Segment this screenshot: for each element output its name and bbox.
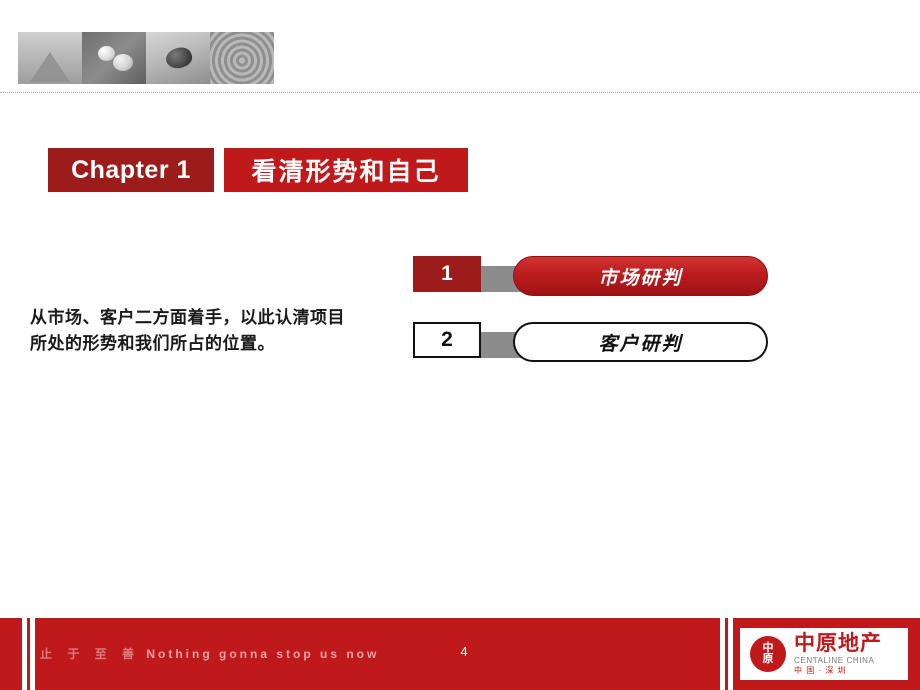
logo-name-en: CENTALINE CHINA [794,656,875,666]
logo-mark-icon: 中 原 [750,636,786,672]
item-label: 市场研判 [513,256,768,296]
logo-name-sub: 中 国 · 深 圳 [794,665,847,675]
footer-stripe [720,618,725,690]
item-label: 客户研判 [513,322,768,362]
footer-slogan-en: Nothing gonna stop us now [146,647,380,661]
footer-stripe [22,618,27,690]
slide: Chapter 1 看清形势和自己 从市场、客户二方面着手，以此认清项目所处的形… [0,0,920,690]
body-text: 从市场、客户二方面着手，以此认清项目所处的形势和我们所占的位置。 [30,308,345,353]
company-logo: 中 原 中原地产 CENTALINE CHINA 中 国 · 深 圳 [740,628,908,680]
stone-pyramid-photo [18,32,82,84]
logo-text: 中原地产 CENTALINE CHINA 中 国 · 深 圳 [794,633,882,675]
dark-stone-photo [146,32,210,84]
chapter-heading: Chapter 1 看清形势和自己 [48,148,468,192]
footer-stripe [728,618,733,690]
footer-stripe [30,618,35,690]
pebbles-photo [82,32,146,84]
tree-rings-photo [210,32,274,84]
footer-slogan: 止 于 至 善 Nothing gonna stop us now [40,645,379,662]
header-image-strip [18,32,276,84]
list-item[interactable]: 1 市场研判 [403,256,773,300]
logo-name-cn: 中原地产 [794,632,882,656]
logo-mark-bottom: 原 [762,653,774,665]
chapter-title: 看清形势和自己 [224,148,468,192]
page-number: 4 [460,644,468,659]
header-divider [0,92,920,93]
footer-slogan-cn: 止 于 至 善 [40,647,141,661]
item-number: 1 [413,256,481,292]
agenda-list: 1 市场研判 2 客户研判 [403,256,773,388]
list-item[interactable]: 2 客户研判 [403,322,773,366]
footer-bar: 止 于 至 善 Nothing gonna stop us now 4 中 原 … [0,618,920,690]
chapter-badge: Chapter 1 [48,148,214,192]
item-number: 2 [413,322,481,358]
